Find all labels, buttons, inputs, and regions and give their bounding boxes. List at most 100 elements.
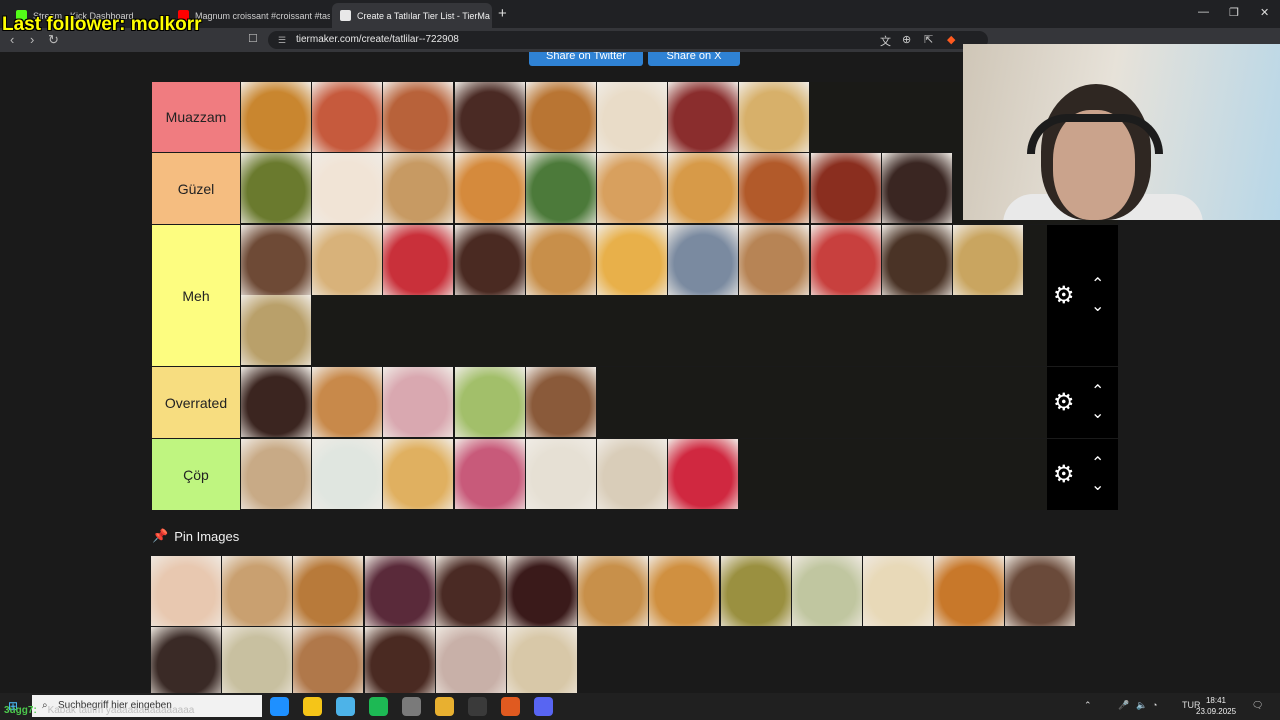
- pin-dessert-image[interactable]: [578, 556, 650, 626]
- taskbar-app-icon[interactable]: [303, 697, 322, 716]
- dessert-image[interactable]: [312, 153, 384, 223]
- dessert-image[interactable]: [525, 225, 597, 295]
- dessert-image[interactable]: [312, 225, 384, 295]
- tier-label[interactable]: Çöp: [152, 439, 240, 510]
- pin-dessert-image[interactable]: [435, 556, 507, 626]
- clock[interactable]: 18:41 23.09.2025: [1196, 695, 1236, 717]
- pin-dessert-image[interactable]: [720, 556, 792, 626]
- pin-dessert-image[interactable]: [151, 627, 222, 693]
- dessert-image[interactable]: [668, 153, 740, 223]
- chevron-up-icon[interactable]: ⌃: [1091, 276, 1104, 293]
- pin-dessert-image[interactable]: [649, 556, 721, 626]
- pin-dessert-image[interactable]: [293, 627, 365, 693]
- pin-dessert-image[interactable]: [435, 627, 507, 693]
- taskbar-app-icon[interactable]: [435, 697, 454, 716]
- pin-dessert-image[interactable]: [151, 556, 222, 626]
- taskbar-app-icon[interactable]: [468, 697, 487, 716]
- chevron-down-icon[interactable]: ⌄: [1091, 477, 1104, 494]
- dessert-image[interactable]: [739, 82, 811, 152]
- gear-icon[interactable]: ⚙: [1053, 460, 1075, 489]
- pin-dessert-image[interactable]: [222, 556, 294, 626]
- dessert-image[interactable]: [739, 153, 811, 223]
- dessert-image[interactable]: [454, 153, 526, 223]
- dessert-image[interactable]: [810, 153, 882, 223]
- taskbar-app-icon[interactable]: [369, 697, 388, 716]
- dessert-image[interactable]: [241, 439, 312, 509]
- dessert-image[interactable]: [596, 82, 668, 152]
- pin-dessert-image[interactable]: [506, 627, 578, 693]
- dessert-image[interactable]: [668, 439, 740, 509]
- dessert-image[interactable]: [383, 367, 455, 437]
- pin-dessert-image[interactable]: [293, 556, 365, 626]
- taskbar-app-icon[interactable]: [402, 697, 421, 716]
- dessert-image[interactable]: [525, 367, 597, 437]
- dessert-image[interactable]: [241, 153, 312, 223]
- dessert-image[interactable]: [454, 439, 526, 509]
- dessert-image[interactable]: [312, 439, 384, 509]
- dessert-image[interactable]: [454, 225, 526, 295]
- dessert-image[interactable]: [810, 225, 882, 295]
- chevron-down-icon[interactable]: ⌄: [1091, 405, 1104, 422]
- tier-label[interactable]: Overrated: [152, 367, 240, 438]
- minimize-icon[interactable]: —: [1198, 6, 1209, 18]
- dessert-image[interactable]: [241, 367, 312, 437]
- tier-label[interactable]: Güzel: [152, 153, 240, 224]
- share-x-button[interactable]: Share on X: [648, 52, 740, 66]
- pin-dessert-image[interactable]: [364, 627, 436, 693]
- brave-shield-icon[interactable]: ◆: [947, 33, 955, 46]
- dessert-image[interactable]: [668, 82, 740, 152]
- restore-icon[interactable]: ❐: [1229, 6, 1239, 19]
- pin-dessert-image[interactable]: [791, 556, 863, 626]
- dessert-image[interactable]: [383, 153, 455, 223]
- dessert-image[interactable]: [596, 225, 668, 295]
- dessert-image[interactable]: [668, 225, 740, 295]
- volume-icon[interactable]: 🔈: [1136, 700, 1147, 711]
- share-twitter-button[interactable]: Share on Twitter: [529, 52, 643, 66]
- dessert-image[interactable]: [241, 225, 312, 295]
- tier-label[interactable]: Meh: [152, 225, 240, 366]
- dessert-image[interactable]: [596, 153, 668, 223]
- chevron-up-icon[interactable]: ⌃: [1091, 383, 1104, 400]
- gear-icon[interactable]: ⚙: [1053, 281, 1075, 310]
- dessert-image[interactable]: [596, 439, 668, 509]
- pin-dessert-image[interactable]: [1005, 556, 1077, 626]
- pin-dessert-image[interactable]: [862, 556, 934, 626]
- zoom-icon[interactable]: ⊕: [902, 33, 911, 46]
- dessert-image[interactable]: [454, 82, 526, 152]
- pin-dessert-image[interactable]: [364, 556, 436, 626]
- translate-icon[interactable]: 文: [880, 33, 891, 49]
- chevron-down-icon[interactable]: ⌄: [1091, 298, 1104, 315]
- dessert-image[interactable]: [739, 225, 811, 295]
- dessert-image[interactable]: [525, 439, 597, 509]
- taskbar-app-icon[interactable]: [501, 697, 520, 716]
- microphone-icon[interactable]: 🎤: [1118, 700, 1129, 711]
- dessert-image[interactable]: [383, 439, 455, 509]
- dessert-image[interactable]: [881, 153, 953, 223]
- share-icon[interactable]: ⇱: [924, 33, 933, 46]
- dessert-image[interactable]: [241, 295, 312, 365]
- dessert-image[interactable]: [881, 225, 953, 295]
- bookmark-icon[interactable]: ☐: [248, 32, 258, 45]
- site-info-icon[interactable]: ☰: [278, 31, 286, 49]
- dessert-image[interactable]: [383, 225, 455, 295]
- taskbar-app-icon[interactable]: [534, 697, 553, 716]
- dessert-image[interactable]: [383, 82, 455, 152]
- dessert-image[interactable]: [241, 82, 312, 152]
- pin-dessert-image[interactable]: [934, 556, 1006, 626]
- close-window-icon[interactable]: ✕: [1260, 6, 1269, 19]
- tab-tiermaker[interactable]: Create a Tatlılar Tier List - TierMa ✕: [332, 3, 492, 28]
- dessert-image[interactable]: [312, 82, 384, 152]
- dessert-image[interactable]: [454, 367, 526, 437]
- tier-label[interactable]: Muazzam: [152, 82, 240, 152]
- gear-icon[interactable]: ⚙: [1053, 388, 1075, 417]
- tray-chevron-icon[interactable]: ⌃: [1084, 700, 1092, 711]
- taskbar-app-icon[interactable]: [270, 697, 289, 716]
- dessert-image[interactable]: [525, 153, 597, 223]
- dessert-image[interactable]: [952, 225, 1024, 295]
- chevron-up-icon[interactable]: ⌃: [1091, 455, 1104, 472]
- taskbar-app-icon[interactable]: [336, 697, 355, 716]
- dessert-image[interactable]: [312, 367, 384, 437]
- pin-dessert-image[interactable]: [222, 627, 294, 693]
- notifications-icon[interactable]: 🗨: [1252, 700, 1263, 711]
- wifi-icon[interactable]: ◔: [1152, 700, 1157, 710]
